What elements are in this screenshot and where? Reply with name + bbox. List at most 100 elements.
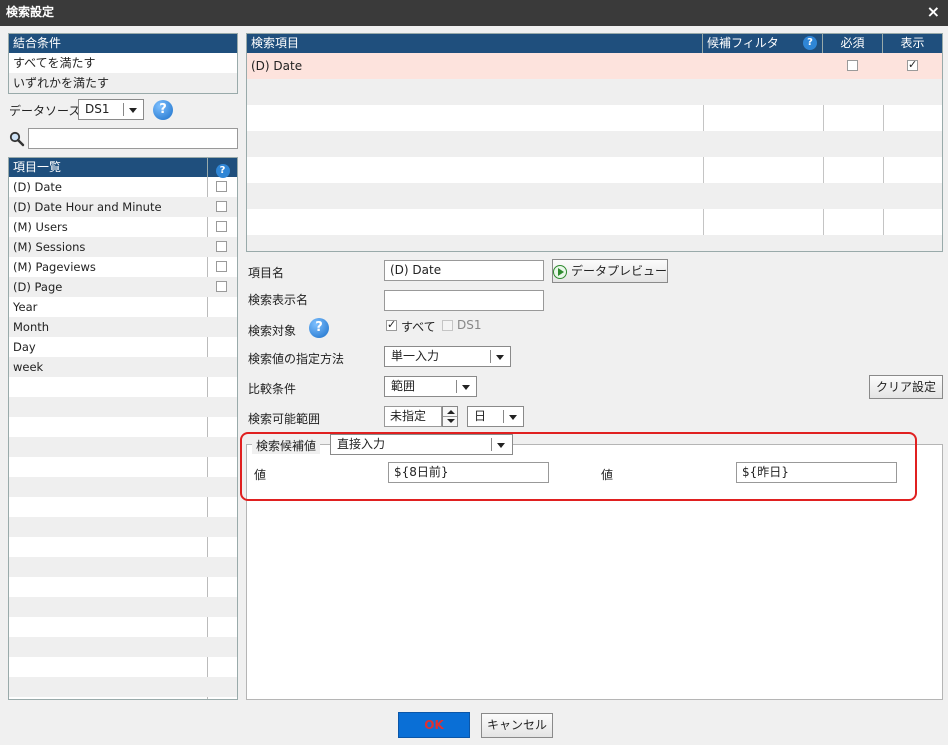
chevron-down-icon	[497, 443, 505, 448]
search-method-value: 単一入力	[391, 349, 440, 363]
cancel-button[interactable]: キャンセル	[481, 713, 553, 738]
stepper-down-icon[interactable]	[447, 419, 455, 423]
compare-label: 比較条件	[248, 382, 297, 396]
filter-help-icon[interactable]: ?	[803, 36, 817, 50]
list-item-checkbox[interactable]	[216, 261, 227, 272]
chevron-down-icon	[129, 108, 137, 113]
window-title: 検索設定	[6, 5, 55, 19]
list-item-empty	[9, 577, 237, 597]
search-target-help-icon[interactable]: ?	[309, 318, 329, 338]
list-item[interactable]: (D) Date	[9, 177, 237, 197]
list-item[interactable]: Month	[9, 317, 237, 337]
display-name-field[interactable]	[384, 290, 544, 311]
list-item-empty	[9, 437, 237, 457]
close-icon[interactable]: ×	[927, 3, 940, 21]
data-preview-button[interactable]: データプレビュー	[552, 259, 668, 283]
chevron-down-icon	[462, 385, 470, 390]
table-row-empty	[247, 79, 942, 105]
list-item[interactable]: week	[9, 357, 237, 377]
list-item[interactable]: Year	[9, 297, 237, 317]
search-range-field[interactable]: 未指定	[384, 406, 442, 427]
chevron-down-icon	[509, 415, 517, 420]
value2-label: 値	[601, 468, 614, 482]
list-item-checkbox[interactable]	[216, 221, 227, 232]
table-row-empty	[247, 183, 942, 209]
table-row-empty	[247, 157, 942, 183]
list-item-empty	[9, 397, 237, 417]
item-search-input[interactable]	[28, 128, 238, 149]
value1-field[interactable]: ${8日前}	[388, 462, 549, 483]
list-item[interactable]: Day	[9, 337, 237, 357]
grid-col-required[interactable]: 必須	[823, 34, 883, 53]
item-list-header: 項目一覧 ?	[9, 158, 237, 178]
table-row-empty	[247, 131, 942, 157]
search-method-select[interactable]: 単一入力	[384, 346, 511, 367]
list-item[interactable]: (M) Sessions	[9, 237, 237, 257]
target-all-checkbox[interactable]	[386, 318, 397, 331]
list-item-empty	[9, 477, 237, 497]
combine-conditions-panel: 結合条件 すべてを満たす いずれかを満たす	[8, 33, 238, 94]
grid-header: 検索項目 候補フィルタ? 必須 表示	[247, 34, 942, 53]
grid-col-candidate-filter[interactable]: 候補フィルタ?	[703, 34, 823, 53]
list-item-empty	[9, 597, 237, 617]
target-ds1-label: DS1	[457, 318, 482, 332]
datasource-select[interactable]: DS1	[78, 99, 144, 120]
table-row[interactable]: (D) Date	[247, 53, 942, 79]
clear-settings-button[interactable]: クリア設定	[869, 375, 943, 399]
candidate-mode-select[interactable]: 直接入力	[330, 434, 513, 455]
list-item-label: (D) Date	[13, 180, 62, 194]
search-target-label: 検索対象	[248, 324, 297, 338]
list-item-empty	[9, 497, 237, 517]
list-item-checkbox[interactable]	[216, 241, 227, 252]
search-icon	[9, 131, 25, 147]
range-stepper[interactable]	[442, 406, 458, 427]
list-item-empty	[9, 697, 237, 699]
list-item-empty	[9, 457, 237, 477]
item-name-field[interactable]: (D) Date	[384, 260, 544, 281]
combine-header: 結合条件	[9, 34, 237, 53]
datasource-help-icon[interactable]: ?	[153, 100, 173, 120]
datasource-value: DS1	[85, 102, 110, 116]
display-checkbox[interactable]	[907, 58, 918, 71]
search-method-label: 検索値の指定方法	[248, 352, 345, 366]
ok-button[interactable]: OK	[398, 712, 470, 738]
grid-col-search-item[interactable]: 検索項目	[247, 34, 703, 53]
list-item-empty	[9, 417, 237, 437]
list-item-empty	[9, 377, 237, 397]
chevron-down-icon	[496, 355, 504, 360]
range-unit-select[interactable]: 日	[467, 406, 524, 427]
list-item[interactable]: (D) Date Hour and Minute	[9, 197, 237, 217]
list-item-empty	[9, 677, 237, 697]
list-item[interactable]: (M) Users	[9, 217, 237, 237]
list-item-label: week	[13, 360, 44, 374]
item-name-label: 項目名	[248, 266, 285, 280]
item-list-title: 項目一覧	[13, 160, 62, 174]
display-name-label: 検索表示名	[248, 293, 309, 307]
combine-option-all[interactable]: すべてを満たす	[9, 53, 237, 73]
value1-label: 値	[254, 468, 267, 482]
list-item-empty	[9, 617, 237, 637]
window-titlebar: 検索設定 ×	[0, 0, 948, 26]
combine-option-any[interactable]: いずれかを満たす	[9, 73, 237, 93]
table-row-empty	[247, 105, 942, 131]
compare-select[interactable]: 範囲	[384, 376, 477, 397]
table-row-empty	[247, 235, 942, 251]
list-item-empty	[9, 517, 237, 537]
target-all-label: すべて	[401, 320, 436, 334]
list-item[interactable]: (D) Page	[9, 277, 237, 297]
required-checkbox[interactable]	[847, 60, 858, 71]
stepper-up-icon[interactable]	[447, 410, 455, 414]
list-item-empty	[9, 637, 237, 657]
row-search-item: (D) Date	[251, 59, 303, 73]
list-item-checkbox[interactable]	[216, 181, 227, 192]
target-ds1-checkbox[interactable]	[442, 320, 453, 331]
list-item-label: (M) Pageviews	[13, 260, 96, 274]
item-list-help-icon[interactable]: ?	[215, 164, 230, 178]
list-item-checkbox[interactable]	[216, 201, 227, 212]
value2-field[interactable]: ${昨日}	[736, 462, 897, 483]
list-item-checkbox[interactable]	[216, 281, 227, 292]
grid-col-candidate-filter-label: 候補フィルタ	[707, 36, 779, 50]
list-item[interactable]: (M) Pageviews	[9, 257, 237, 277]
grid-col-display[interactable]: 表示	[883, 34, 942, 53]
list-item-empty	[9, 557, 237, 577]
